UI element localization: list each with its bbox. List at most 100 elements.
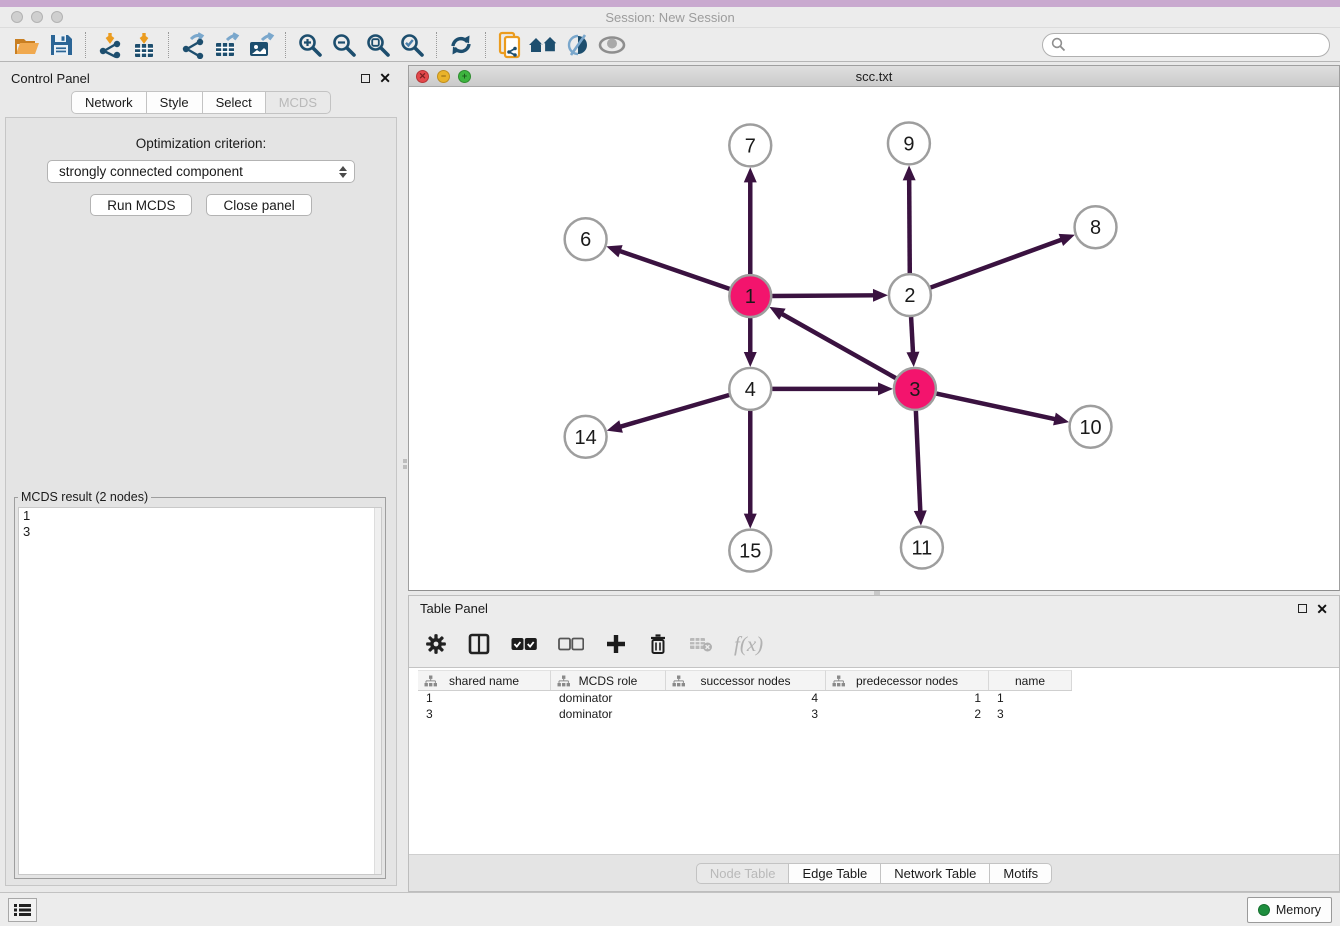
table-cell[interactable]: 3 [666, 707, 826, 723]
zoom-fit-button[interactable] [361, 30, 395, 60]
column-header-name[interactable]: name [989, 670, 1072, 690]
graph-edge-3-10[interactable] [936, 394, 1069, 426]
close-window-icon[interactable] [11, 11, 23, 23]
tab-select[interactable]: Select [203, 91, 266, 114]
table-row[interactable]: 1dominator411 [418, 691, 1072, 707]
table-cell[interactable]: 2 [826, 707, 989, 723]
graph-node-1[interactable]: 1 [729, 275, 771, 317]
table-row[interactable]: 3dominator323 [418, 707, 1072, 723]
search-field[interactable] [1042, 33, 1330, 57]
hide-display-button[interactable] [561, 30, 595, 60]
column-header-shared-name[interactable]: shared name [418, 670, 551, 690]
table-cell[interactable]: 3 [418, 707, 551, 723]
show-panels-button[interactable] [8, 898, 37, 922]
float-panel-icon[interactable] [361, 74, 370, 83]
table-cell[interactable]: 1 [418, 691, 551, 707]
graph-edge-4-15[interactable] [744, 411, 757, 529]
maximize-window-icon[interactable] [51, 11, 63, 23]
graph-node-10[interactable]: 10 [1070, 406, 1112, 448]
table-cell[interactable]: 1 [989, 691, 1072, 707]
delete-row-button[interactable] [648, 633, 668, 655]
horizontal-splitter[interactable] [408, 591, 1340, 595]
select-all-rows-button[interactable] [511, 637, 537, 651]
zoom-out-button[interactable] [327, 30, 361, 60]
tab-style[interactable]: Style [147, 91, 203, 114]
table-cell[interactable]: dominator [551, 691, 666, 707]
table-cell[interactable]: dominator [551, 707, 666, 723]
column-header-mcds-role[interactable]: MCDS role [551, 670, 666, 690]
refresh-layout-button[interactable] [444, 30, 478, 60]
save-session-button[interactable] [44, 30, 78, 60]
main-toolbar [0, 28, 1340, 62]
delete-table-button[interactable] [689, 636, 713, 652]
graph-node-3[interactable]: 3 [894, 368, 936, 410]
close-view-icon[interactable]: ✕ [416, 70, 429, 83]
import-network-button[interactable] [93, 30, 127, 60]
graph-edge-3-11[interactable] [914, 411, 927, 526]
graph-node-7[interactable]: 7 [729, 124, 771, 166]
column-header-predecessor-nodes[interactable]: predecessor nodes [826, 670, 989, 690]
export-table-button[interactable] [210, 30, 244, 60]
table-cell[interactable]: 3 [989, 707, 1072, 723]
graph-edge-3-1[interactable] [769, 307, 895, 378]
function-builder-button[interactable]: f(x) [734, 632, 763, 657]
graph-edge-2-8[interactable] [931, 234, 1075, 288]
graph-node-9[interactable]: 9 [888, 122, 930, 164]
graph-node-2[interactable]: 2 [889, 274, 931, 316]
deselect-all-rows-button[interactable] [558, 637, 584, 651]
maximize-view-icon[interactable]: + [458, 70, 471, 83]
home-button[interactable] [527, 30, 561, 60]
graph-node-15[interactable]: 15 [729, 530, 771, 572]
table-cell[interactable]: 4 [666, 691, 826, 707]
graph-node-4[interactable]: 4 [729, 368, 771, 410]
table-cell[interactable]: 1 [826, 691, 989, 707]
show-display-button[interactable] [595, 30, 629, 60]
panel-splitter[interactable] [402, 62, 408, 892]
search-input[interactable] [1071, 37, 1321, 52]
tab-network[interactable]: Network [71, 91, 147, 114]
close-panel-icon[interactable]: ✕ [1316, 604, 1328, 614]
zoom-selected-button[interactable] [395, 30, 429, 60]
graph-edge-1-2[interactable] [772, 289, 888, 302]
graph-edge-2-9[interactable] [903, 165, 916, 273]
tab-mcds[interactable]: MCDS [266, 91, 331, 114]
clone-network-button[interactable] [493, 30, 527, 60]
run-mcds-button[interactable]: Run MCDS [90, 194, 192, 216]
graph-edge-2-3[interactable] [906, 317, 919, 367]
tab-network-table[interactable]: Network Table [881, 863, 990, 884]
graph-edge-1-6[interactable] [606, 245, 729, 289]
graph-node-6[interactable]: 6 [565, 218, 607, 260]
tab-node-table[interactable]: Node Table [696, 863, 790, 884]
network-window-titlebar[interactable]: ✕ − + scc.txt [409, 66, 1339, 87]
graph-node-11[interactable]: 11 [901, 527, 943, 569]
column-header-successor-nodes[interactable]: successor nodes [666, 670, 826, 690]
result-scrollbar[interactable] [374, 508, 381, 874]
criterion-dropdown[interactable]: strongly connected component [47, 160, 355, 183]
close-panel-button[interactable]: Close panel [206, 194, 311, 216]
minimize-view-icon[interactable]: − [437, 70, 450, 83]
graph-edge-1-7[interactable] [744, 167, 757, 274]
float-panel-icon[interactable] [1298, 604, 1307, 613]
table-settings-button[interactable] [425, 633, 447, 655]
graph-edge-4-3[interactable] [772, 382, 893, 395]
tab-edge-table[interactable]: Edge Table [789, 863, 881, 884]
import-table-button[interactable] [127, 30, 161, 60]
zoom-in-button[interactable] [293, 30, 327, 60]
graph-edge-4-14[interactable] [607, 395, 729, 433]
open-session-button[interactable] [10, 30, 44, 60]
tab-motifs[interactable]: Motifs [990, 863, 1052, 884]
minimize-window-icon[interactable] [31, 11, 43, 23]
graph-edge-1-4[interactable] [744, 318, 757, 367]
mcds-result-text[interactable]: 1 3 [18, 507, 382, 875]
memory-button[interactable]: Memory [1247, 897, 1332, 923]
network-graph[interactable]: 7 9 6 8 1 2 4 3 14 10 15 11 [409, 87, 1339, 590]
graph-node-14[interactable]: 14 [565, 416, 607, 458]
close-panel-icon[interactable]: ✕ [379, 73, 391, 83]
export-network-button[interactable] [176, 30, 210, 60]
network-canvas[interactable]: 7 9 6 8 1 2 4 3 14 10 15 11 [409, 87, 1339, 590]
add-row-button[interactable] [605, 633, 627, 655]
column-label: name [1015, 674, 1045, 688]
export-image-button[interactable] [244, 30, 278, 60]
show-columns-button[interactable] [468, 633, 490, 655]
graph-node-8[interactable]: 8 [1075, 206, 1117, 248]
